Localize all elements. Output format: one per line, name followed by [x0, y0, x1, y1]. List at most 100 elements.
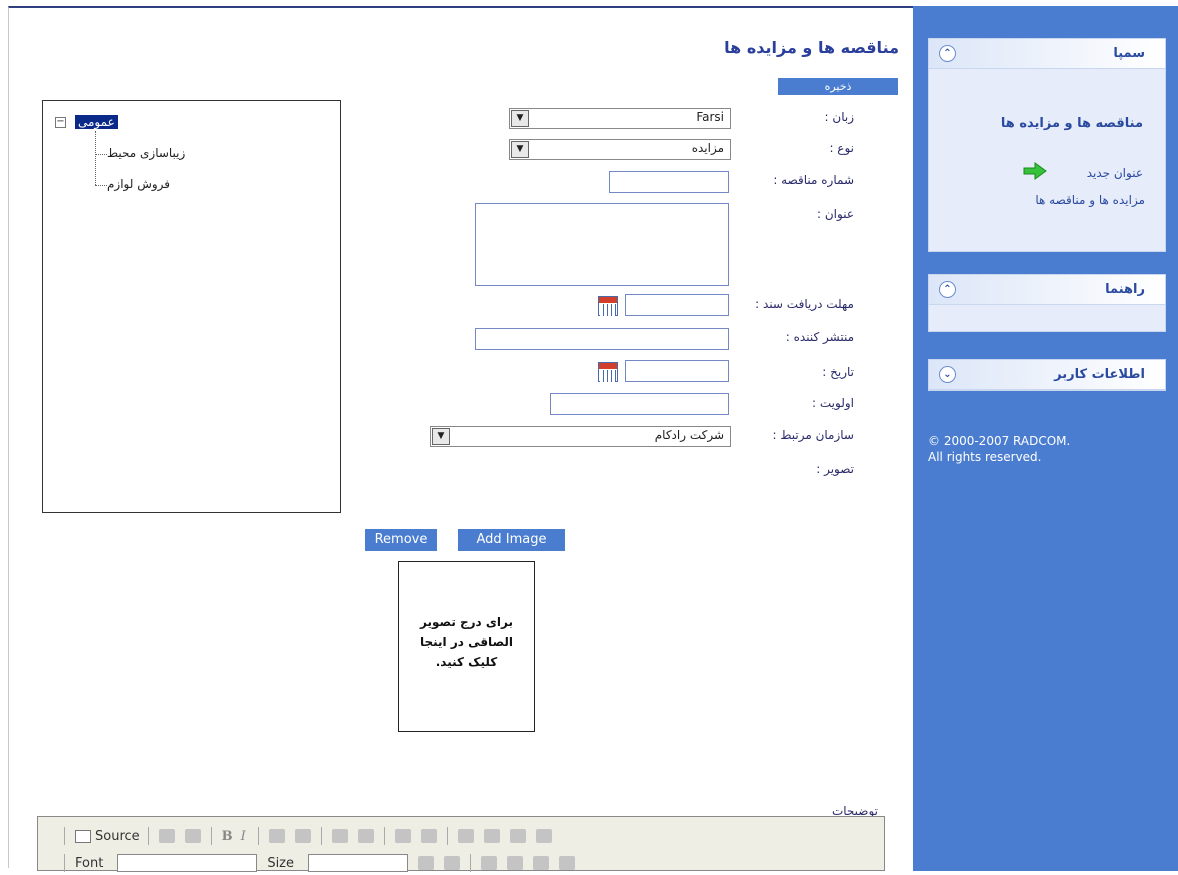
flash-icon[interactable]: [533, 856, 549, 870]
help-panel-header[interactable]: راهنما ⌃: [929, 275, 1165, 305]
category-tree: − عمومی زیباسازی محیط فروش لوازم: [42, 100, 341, 513]
user-info-panel-title: اطلاعات کاربر: [1054, 367, 1145, 382]
toolbar-separator: [210, 827, 212, 845]
user-info-panel-header[interactable]: اطلاعات کاربر ⌄: [929, 360, 1165, 390]
text-color-icon[interactable]: [418, 856, 434, 870]
table-icon[interactable]: [507, 856, 523, 870]
ordered-list-icon[interactable]: [268, 829, 285, 843]
tree-connector: [95, 154, 107, 155]
ltr-icon[interactable]: [394, 829, 411, 843]
rights-line: All rights reserved.: [928, 450, 1042, 464]
source-icon: [75, 829, 91, 843]
bold-button[interactable]: B: [222, 829, 233, 844]
align-center-icon[interactable]: [483, 829, 500, 843]
toolbar-separator: [470, 854, 471, 872]
chevron-down-icon[interactable]: ▼: [511, 110, 529, 127]
chevron-down-icon[interactable]: ▼: [432, 428, 450, 445]
size-select[interactable]: [308, 854, 408, 872]
type-select[interactable]: مزایده: [509, 139, 731, 160]
language-select[interactable]: Farsi: [509, 108, 731, 129]
deadline-label: مهلت دریافت سند :: [755, 297, 854, 311]
align-left-icon[interactable]: [457, 829, 474, 843]
source-label: Source: [95, 828, 140, 844]
publisher-label: منتشر کننده :: [785, 330, 854, 344]
horizontal-rule-icon[interactable]: [559, 856, 575, 870]
image-icon[interactable]: [481, 856, 497, 870]
organization-value: شرکت رادکام: [654, 428, 724, 442]
title-label: عنوان :: [817, 207, 854, 221]
priority-label: اولویت :: [812, 396, 854, 410]
sampa-panel: سمپا ⌃ مناقصه ها و مزایده ها عنوان جدید …: [928, 38, 1166, 252]
add-image-button[interactable]: Add Image: [458, 529, 565, 551]
priority-input[interactable]: [550, 393, 729, 415]
tender-number-label: شماره مناقصه :: [773, 173, 854, 187]
copyright-line: © 2000-2007 RADCOM.: [928, 434, 1071, 448]
chevron-up-double-icon[interactable]: ⌃: [939, 281, 956, 298]
tree-connector: [95, 131, 96, 185]
sampa-panel-header[interactable]: سمپا ⌃: [929, 39, 1165, 69]
editor-toolbar-row-1: Source B I: [64, 824, 562, 848]
collapse-icon[interactable]: −: [55, 117, 66, 128]
unlink-icon[interactable]: [357, 829, 374, 843]
align-justify-icon[interactable]: [535, 829, 552, 843]
type-label: نوع :: [829, 141, 854, 155]
calendar-icon[interactable]: [598, 362, 618, 382]
paste-text-icon[interactable]: [184, 829, 201, 843]
image-placeholder-box[interactable]: برای درج تصویر الصاقی در اینجا کلیک کنید…: [398, 561, 535, 732]
deadline-input[interactable]: [625, 294, 729, 316]
tree-connector: [95, 185, 107, 186]
publisher-input[interactable]: [475, 328, 729, 350]
toolbar-separator: [446, 827, 448, 845]
image-placeholder-text: برای درج تصویر الصاقی در اینجا کلیک کنید…: [419, 615, 514, 669]
chevron-down-double-icon[interactable]: ⌄: [939, 366, 956, 383]
toolbar-separator: [257, 827, 259, 845]
rtl-icon[interactable]: [420, 829, 437, 843]
tree-item[interactable]: فروش لوازم: [107, 177, 170, 191]
date-input[interactable]: [625, 360, 729, 382]
image-label: تصویر :: [816, 462, 854, 476]
help-panel-title: راهنما: [1105, 282, 1145, 297]
organization-select[interactable]: شرکت رادکام: [430, 426, 731, 447]
type-value: مزایده: [691, 141, 724, 155]
italic-button[interactable]: I: [241, 829, 246, 844]
language-value: Farsi: [696, 110, 724, 124]
organization-label: سازمان مرتبط :: [772, 428, 854, 442]
user-info-panel: اطلاعات کاربر ⌄: [928, 359, 1166, 391]
toolbar-separator: [64, 827, 65, 845]
toolbar-separator: [383, 827, 385, 845]
size-label: Size: [267, 855, 294, 871]
tenders-list-link[interactable]: مزایده ها و مناقصه ها: [1035, 193, 1145, 207]
align-right-icon[interactable]: [509, 829, 526, 843]
rich-text-editor: Source B I Font Size: [37, 816, 885, 872]
toolbar-separator: [147, 827, 149, 845]
save-button[interactable]: ذخیره: [778, 78, 898, 95]
calendar-icon[interactable]: [598, 296, 618, 316]
link-icon[interactable]: [331, 829, 348, 843]
page-title: مناقصه ها و مزایده ها: [724, 38, 899, 57]
source-button[interactable]: Source: [75, 829, 140, 844]
toolbar-separator: [64, 854, 65, 872]
font-select[interactable]: [117, 854, 258, 872]
paste-icon[interactable]: [158, 829, 175, 843]
panel-section-title: مناقصه ها و مزایده ها: [1000, 116, 1143, 131]
tree-item[interactable]: زیباسازی محیط: [107, 146, 185, 160]
sidebar: سمپا ⌃ مناقصه ها و مزایده ها عنوان جدید …: [913, 6, 1178, 871]
tender-number-input[interactable]: [609, 171, 729, 193]
date-label: تاریخ :: [822, 365, 854, 379]
sampa-panel-title: سمپا: [1113, 46, 1145, 61]
title-textarea[interactable]: [475, 203, 729, 286]
tree-root-label[interactable]: عمومی: [75, 115, 118, 129]
copyright: © 2000-2007 RADCOM. All rights reserved.: [928, 433, 1070, 465]
new-title-link[interactable]: عنوان جدید: [1087, 166, 1143, 180]
arrow-right-icon: [1023, 162, 1047, 180]
background-color-icon[interactable]: [444, 856, 460, 870]
chevron-down-icon[interactable]: ▼: [511, 141, 529, 158]
help-panel: راهنما ⌃: [928, 274, 1166, 332]
language-label: زبان :: [824, 110, 854, 124]
remove-image-button[interactable]: Remove: [365, 529, 437, 551]
font-label: Font: [75, 855, 104, 871]
editor-toolbar-row-2: Font Size: [64, 851, 585, 875]
unordered-list-icon[interactable]: [294, 829, 311, 843]
chevron-up-double-icon[interactable]: ⌃: [939, 45, 956, 62]
toolbar-separator: [320, 827, 322, 845]
